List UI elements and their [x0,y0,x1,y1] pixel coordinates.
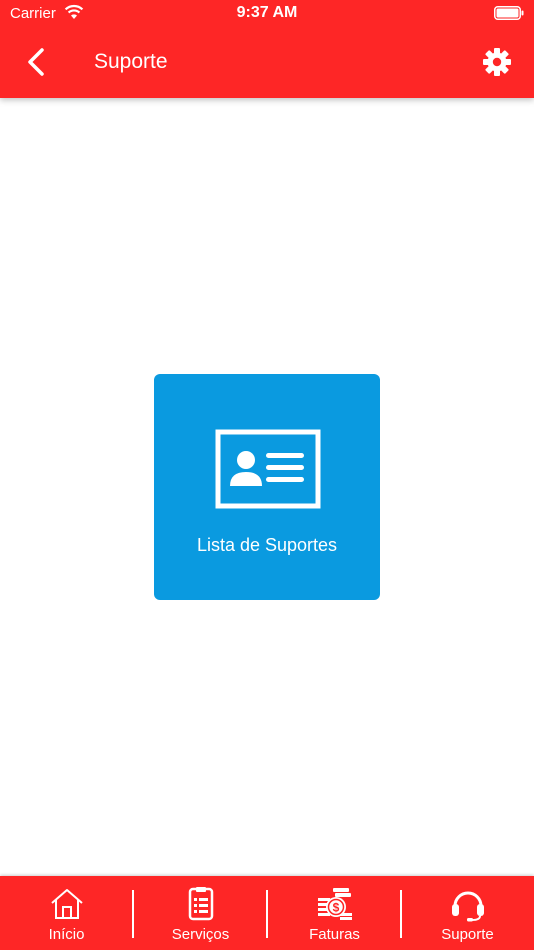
document-list-icon [188,887,213,921]
home-icon [50,889,83,919]
svg-text:$: $ [332,901,339,915]
id-card-icon [215,429,321,509]
status-time: 9:37 AM [236,4,298,21]
tab-label: Início [48,926,85,943]
tab-label: Faturas [309,926,360,943]
money-bills-icon: $ [317,888,352,920]
tab-servicos[interactable]: Serviços [134,876,267,950]
tab-faturas[interactable]: $ Faturas [268,876,401,950]
tab-bar: Início Serviços $ Faturas Suporte [0,876,534,950]
tab-inicio[interactable]: Início [0,876,133,950]
support-list-tile[interactable]: Lista de Suportes [154,374,380,600]
app-header: Carrier 9:37 AM Suporte [0,0,534,98]
tile-label: Lista de Suportes [196,535,338,555]
tab-label: Serviços [171,926,230,943]
settings-button[interactable] [482,47,512,77]
back-button[interactable] [22,44,52,80]
page-title: Suporte [94,50,168,73]
status-bar: Carrier 9:37 AM [0,0,534,28]
battery-icon [494,6,524,20]
tab-suporte[interactable]: Suporte [401,876,534,950]
tab-label: Suporte [441,926,494,943]
headset-icon [451,891,484,922]
gear-icon [483,48,511,76]
chevron-left-icon [28,48,44,76]
